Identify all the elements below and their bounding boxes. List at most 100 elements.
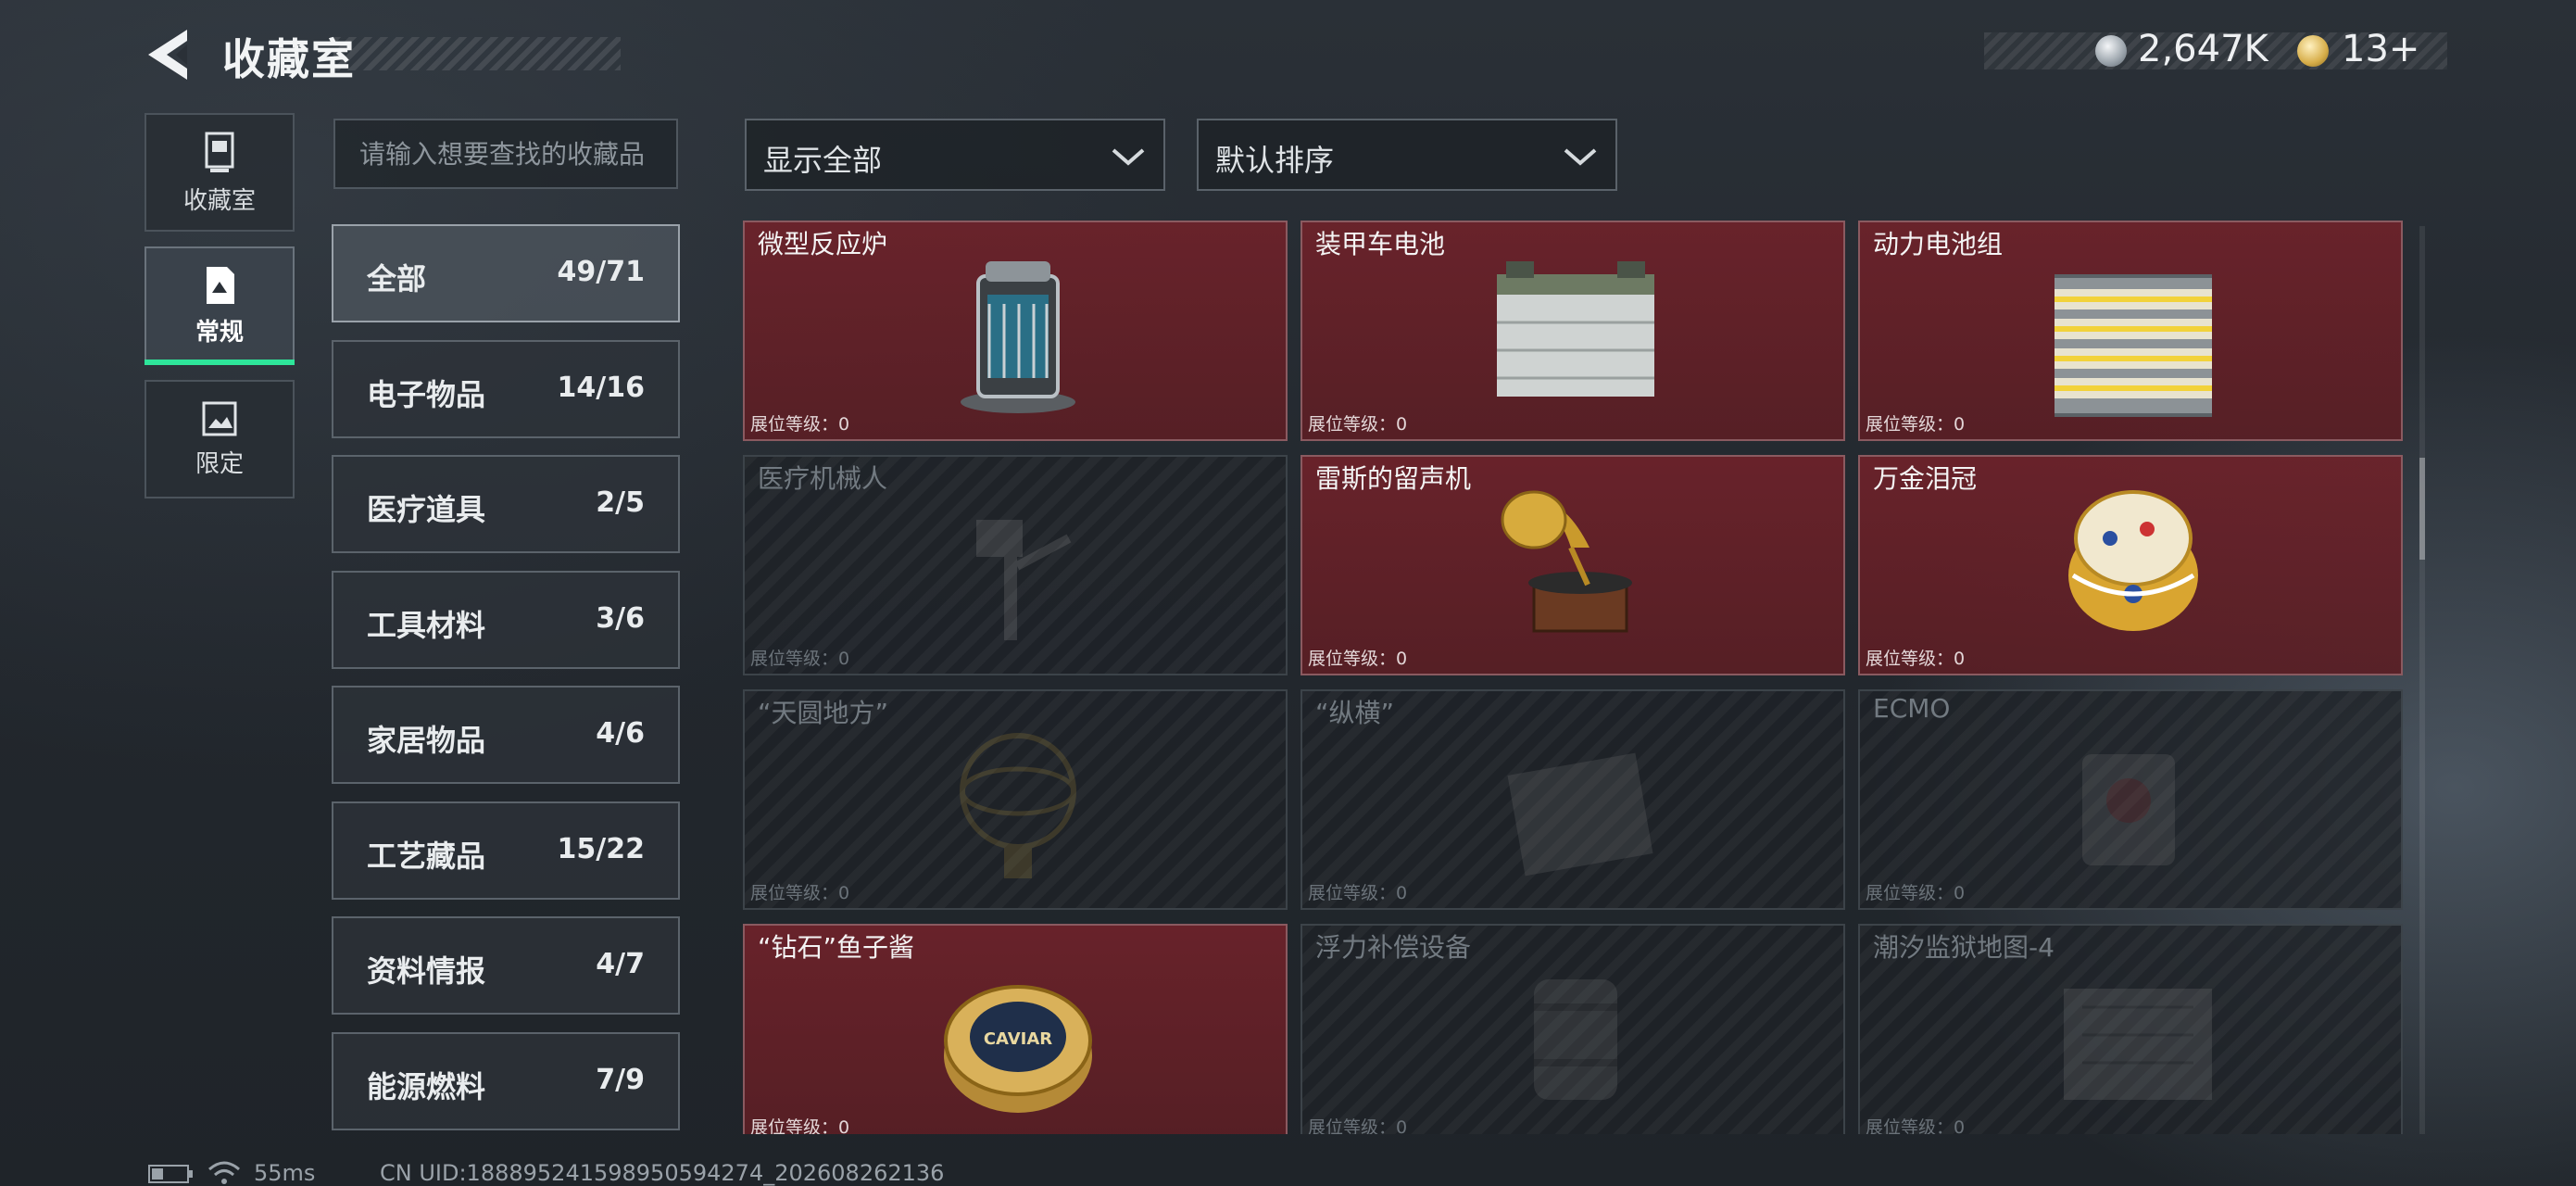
document-icon [207, 266, 234, 304]
filter-dropdown-value: 显示全部 [763, 143, 883, 178]
buoyancy-device-icon [1497, 952, 1654, 1122]
category-7[interactable]: 能源燃料 7/9 [332, 1031, 680, 1130]
reactor-icon [939, 248, 1097, 419]
ecmo-icon [2055, 717, 2212, 888]
chevron-down-icon [1564, 148, 1597, 166]
collection-card[interactable]: 万金泪冠展位等级：0 [1858, 455, 2403, 675]
display-level: 展位等级：0 [1866, 649, 1966, 669]
category-6[interactable]: 资料情报 4/7 [332, 916, 680, 1015]
collection-card[interactable]: “纵横” 展位等级：0 [1301, 689, 1845, 910]
battery-icon [1469, 248, 1682, 419]
collection-item-name: 微型反应炉 [758, 229, 888, 259]
back-arrow-icon[interactable] [139, 26, 204, 83]
silver-currency-value: 2,647K [2138, 28, 2268, 70]
scrollbar-track[interactable] [2419, 226, 2425, 1134]
category-0[interactable]: 全部 49/71 [332, 224, 680, 322]
nav-tab-limited[interactable]: 限定 [145, 380, 295, 498]
silver-coin-icon [2095, 35, 2127, 67]
collection-item-name: 装甲车电池 [1315, 229, 1446, 259]
category-4[interactable]: 家居物品 4/6 [332, 686, 680, 784]
category-3[interactable]: 工具材料 3/6 [332, 570, 680, 669]
category-name: 电子物品 [367, 376, 486, 412]
collection-card[interactable]: “天圆地方” 展位等级：0 [743, 689, 1288, 910]
display-level: 展位等级：0 [1866, 1117, 1966, 1134]
nav-tab-label: 收藏室 [182, 186, 256, 215]
chevron-down-icon [1112, 148, 1145, 166]
category-2[interactable]: 医疗道具 2/5 [332, 455, 680, 553]
nav-tab-label: 限定 [195, 449, 244, 478]
ping-value: 55ms [254, 1160, 316, 1186]
category-name: 全部 [367, 261, 427, 296]
category-name: 医疗道具 [367, 492, 486, 527]
collection-grid: 微型反应炉 展位等级：0 装甲车电池 展位等级：0 动力电池组 展位等级：0 医疗机械人 展位… [743, 221, 2406, 1134]
gold-coin-icon [2297, 35, 2329, 67]
collection-card[interactable]: CAVIAR “钻石”鱼子酱展位等级：0 [743, 924, 1288, 1134]
display-level: 展位等级：0 [1866, 414, 1966, 435]
category-count: 14/16 [557, 371, 645, 404]
battery-status-icon [148, 1165, 193, 1183]
collection-card[interactable]: 医疗机械人 展位等级：0 [743, 455, 1288, 675]
display-level: 展位等级：0 [1308, 414, 1408, 435]
category-5[interactable]: 工艺藏品 15/22 [332, 801, 680, 900]
collection-card[interactable]: 微型反应炉展位等级：0 [743, 221, 1288, 441]
category-name: 家居物品 [367, 723, 486, 758]
wifi-icon [208, 1161, 240, 1184]
nav-tab-label: 常规 [195, 318, 244, 347]
jeweled-egg-icon [2055, 483, 2212, 653]
filter-dropdown[interactable]: 显示全部 [745, 119, 1165, 191]
nav-tab-collection-room[interactable]: 收藏室 [145, 113, 295, 232]
category-name: 工具材料 [367, 607, 486, 643]
collection-search-input[interactable] [333, 119, 678, 189]
category-count: 15/22 [557, 832, 645, 865]
collection-card[interactable]: 潮汐监狱地图-4 展位等级：0 [1858, 924, 2403, 1134]
nav-tab-regular[interactable]: 常规 [145, 246, 295, 365]
collection-item-name: ECMO [1873, 693, 1951, 724]
category-count: 2/5 [596, 486, 645, 519]
collection-item-name: “天圆地方” [758, 698, 889, 728]
caviar-label: CAVIAR [984, 1029, 1052, 1049]
category-count: 3/6 [596, 601, 645, 635]
category-count: 7/9 [596, 1063, 645, 1096]
globe-icon [939, 717, 1097, 888]
display-level: 展位等级：0 [1308, 883, 1408, 903]
collection-item-name: “纵横” [1315, 698, 1395, 728]
collection-item-name: 医疗机械人 [758, 463, 888, 494]
collection-card[interactable]: 雷斯的留声机展位等级：0 [1301, 455, 1845, 675]
medical-robot-icon [939, 483, 1097, 653]
display-level: 展位等级：0 [750, 1117, 850, 1134]
display-level: 展位等级：0 [1308, 1117, 1408, 1134]
sort-dropdown[interactable]: 默认排序 [1197, 119, 1617, 191]
collection-card[interactable]: 装甲车电池展位等级：0 [1301, 221, 1845, 441]
caviar-tin-icon: CAVIAR [939, 952, 1097, 1122]
category-1[interactable]: 电子物品 14/16 [332, 339, 680, 438]
collection-item-name: 动力电池组 [1873, 229, 2004, 259]
map-icon [2055, 952, 2212, 1122]
scrollbar-thumb[interactable] [2419, 458, 2425, 560]
user-uid: CN UID:188895241598950594274_20260826213… [380, 1160, 945, 1186]
category-count: 49/71 [557, 256, 645, 288]
gold-currency-value[interactable]: 13+ [2342, 28, 2419, 70]
display-level: 展位等级：0 [750, 414, 850, 435]
collection-card[interactable]: ECMO 展位等级：0 [1858, 689, 2403, 910]
collection-item-name: 雷斯的留声机 [1315, 463, 1472, 494]
active-tab-indicator [145, 360, 295, 365]
collection-item-name: 万金泪冠 [1873, 463, 1978, 494]
collection-item-name: “钻石”鱼子酱 [758, 932, 915, 963]
collection-card[interactable]: 动力电池组展位等级：0 [1858, 221, 2403, 441]
category-count: 4/6 [596, 717, 645, 750]
sort-dropdown-value: 默认排序 [1215, 143, 1335, 178]
picture-icon [202, 401, 237, 435]
chessboard-icon [1497, 717, 1654, 888]
display-level: 展位等级：0 [750, 883, 850, 903]
display-level: 展位等级：0 [1308, 649, 1408, 669]
display-level: 展位等级：0 [1866, 883, 1966, 903]
collection-card[interactable]: 浮力补偿设备 展位等级：0 [1301, 924, 1845, 1134]
category-name: 资料情报 [367, 953, 486, 989]
trash-bin-icon [205, 132, 234, 172]
title-decoration [333, 37, 621, 70]
category-name: 工艺藏品 [367, 838, 486, 874]
category-name: 能源燃料 [367, 1068, 486, 1104]
battery-pack-icon [2034, 248, 2232, 419]
gramophone-icon [1497, 483, 1654, 653]
category-count: 4/7 [596, 948, 645, 980]
